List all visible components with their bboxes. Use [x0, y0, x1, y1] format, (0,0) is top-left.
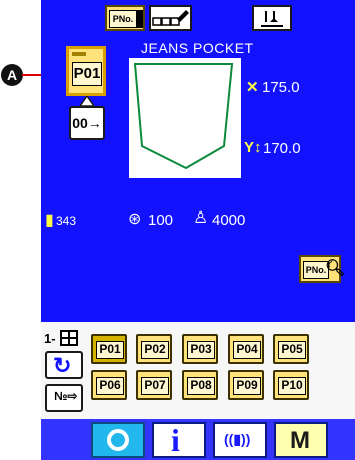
pattern-no-button[interactable]: PNo.: [105, 5, 145, 31]
pattern-slot-label: P06: [96, 377, 124, 395]
pattern-slot-p01[interactable]: P01: [91, 334, 127, 364]
grid-icon: [60, 330, 78, 346]
bottom-key-bar: i ((▮)) M: [41, 419, 355, 460]
name-edit-icon: [152, 10, 189, 26]
counter-value: 4000: [212, 212, 246, 229]
communication-icon: ((▮)): [224, 431, 251, 447]
presser-lower-button[interactable]: [252, 5, 292, 31]
ready-ring-icon: [107, 429, 129, 451]
pattern-slot-p04[interactable]: P04: [228, 334, 264, 364]
registration-page-indicator: 1-: [44, 328, 82, 350]
pattern-name-edit-button[interactable]: [149, 5, 192, 31]
counter-icon: ♙: [193, 208, 209, 227]
pattern-no-list-icon: №⇨: [54, 389, 78, 403]
pattern-slot-p06[interactable]: P06: [91, 370, 127, 400]
callout-marker-a: A: [1, 64, 23, 86]
sub-pattern-button[interactable]: 00→: [69, 106, 105, 140]
pattern-slot-label: P01: [96, 341, 124, 359]
pattern-no-selection-button[interactable]: P01: [66, 46, 106, 96]
mode-key-label: M: [290, 427, 310, 454]
y-scale-value: 170.0: [263, 140, 301, 157]
pattern-slot-label: P09: [233, 377, 261, 395]
sub-pattern-label: 00→: [72, 115, 102, 131]
pattern-slot-label: P05: [278, 341, 306, 359]
pattern-slot-p07[interactable]: P07: [136, 370, 172, 400]
pocket-shape-drawing: [133, 63, 234, 170]
pattern-slot-label: P04: [233, 341, 261, 359]
pattern-slot-label: P02: [141, 341, 169, 359]
pattern-slot-p05[interactable]: P05: [273, 334, 309, 364]
page-label: 1-: [44, 331, 56, 346]
pattern-slot-p09[interactable]: P09: [228, 370, 264, 400]
pattern-no-black-block-icon: [137, 10, 143, 28]
pattern-slot-label: P03: [187, 341, 215, 359]
selected-pattern-label: P01: [72, 62, 102, 86]
speed-icon: ⊛: [128, 211, 142, 228]
pattern-slot-p08[interactable]: P08: [182, 370, 218, 400]
pattern-folder-tab-icon: [72, 52, 86, 56]
presser-down-icon: [261, 11, 283, 27]
page-change-button[interactable]: ↻: [45, 351, 83, 379]
pattern-no-list-button[interactable]: №⇨: [45, 384, 83, 412]
data-input-area: PNo. JEANS POCKET P01 00→ ✕ 175.0 Y↕ 170…: [41, 0, 355, 322]
pattern-registration-area: 1- ↻ №⇨ P01 P02 P03 P04 P05 P06 P07 P08 …: [41, 322, 355, 419]
sub-pattern-pointer-icon: [80, 96, 94, 106]
mode-key-button[interactable]: M: [274, 422, 328, 458]
callout-marker-label: A: [6, 67, 18, 83]
page-change-icon: ↻: [53, 353, 72, 378]
pattern-no-button-label: PNo.: [109, 10, 137, 28]
pattern-name-text: JEANS POCKET: [141, 40, 254, 56]
x-scale-icon: ✕: [246, 79, 259, 96]
ready-key-button[interactable]: [91, 422, 145, 458]
pattern-slot-p02[interactable]: P02: [136, 334, 172, 364]
thread-tension-icon: ▮: [45, 212, 54, 229]
x-scale-value: 175.0: [262, 79, 300, 96]
pattern-no-search-button[interactable]: PNo. 🔍︎: [299, 255, 345, 283]
pattern-slot-label: P08: [187, 377, 215, 395]
communication-key-button[interactable]: ((▮)): [213, 422, 267, 458]
magnifier-icon: 🔍︎: [325, 260, 346, 277]
pattern-slot-p03[interactable]: P03: [182, 334, 218, 364]
panel-screen: PNo. JEANS POCKET P01 00→ ✕ 175.0 Y↕ 170…: [41, 0, 355, 460]
thread-count-value: 343: [56, 214, 77, 228]
info-icon: i: [171, 422, 180, 458]
y-scale-icon: Y↕: [244, 139, 262, 156]
pattern-preview: [129, 58, 241, 178]
speed-value: 100: [148, 212, 174, 229]
pattern-slot-label: P10: [278, 377, 306, 395]
information-key-button[interactable]: i: [152, 422, 206, 458]
pattern-slot-p10[interactable]: P10: [273, 370, 309, 400]
pattern-slot-label: P07: [141, 377, 169, 395]
